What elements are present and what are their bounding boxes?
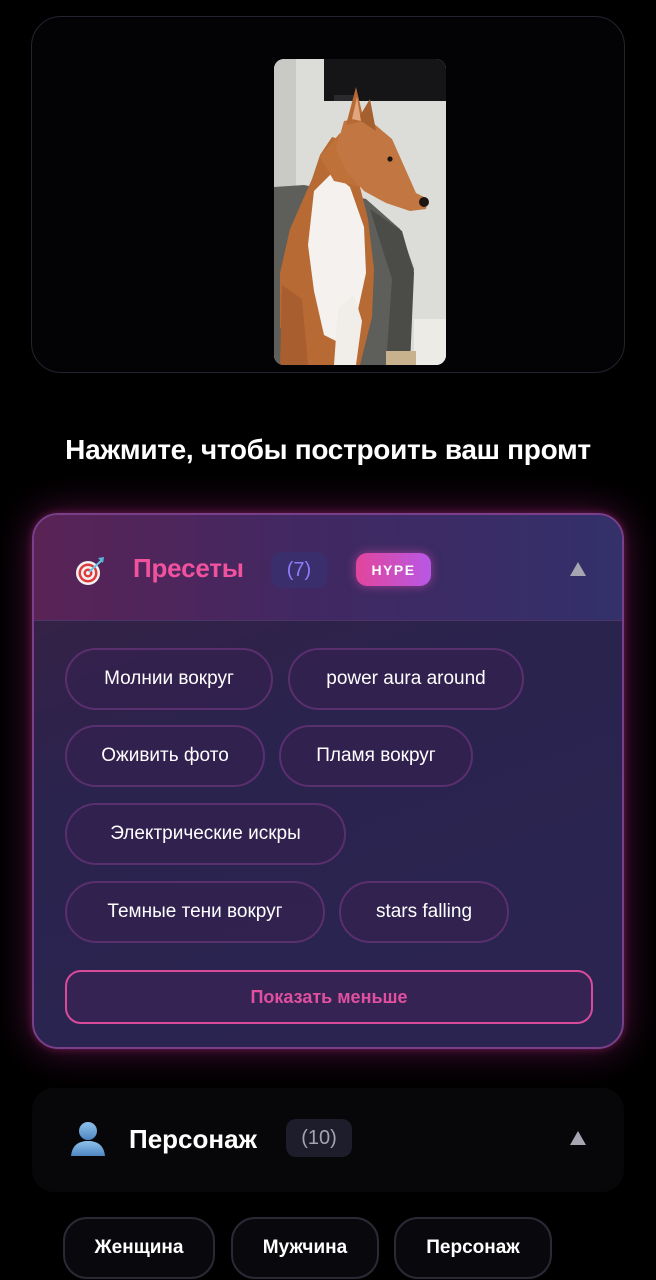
preset-chip[interactable]: Оживить фото (65, 725, 265, 787)
character-chip[interactable]: Женщина (63, 1217, 215, 1279)
preset-chip[interactable]: stars falling (339, 881, 509, 943)
preset-chip[interactable]: power aura around (288, 648, 524, 710)
presets-count-badge: (7) (271, 552, 327, 588)
person-silhouette-icon (68, 1118, 108, 1158)
preset-chip[interactable]: Темные тени вокруг (65, 881, 325, 943)
dart-target-icon (74, 555, 106, 587)
preset-chip[interactable]: Пламя вокруг (279, 725, 473, 787)
page-title: Нажмите, чтобы построить ваш промт (65, 434, 591, 465)
show-less-button[interactable]: Показать меньше (65, 970, 593, 1024)
presets-header[interactable]: Пресеты (7) HYPE (34, 515, 622, 621)
presets-title: Пресеты (133, 553, 244, 583)
character-title: Персонаж (129, 1124, 257, 1154)
collapse-arrow-icon[interactable] (570, 1131, 586, 1145)
presets-section: Пресеты (7) HYPE Молнии вокруг power aur… (32, 513, 624, 1049)
uploaded-photo (274, 59, 446, 365)
photo-preview-card[interactable] (31, 16, 625, 373)
collapse-arrow-icon[interactable] (570, 562, 586, 576)
character-chip[interactable]: Персонаж (394, 1217, 552, 1279)
hype-badge: HYPE (356, 553, 431, 586)
character-count-badge: (10) (286, 1119, 352, 1157)
character-section[interactable]: Персонаж (10) (32, 1088, 624, 1192)
preset-chip[interactable]: Молнии вокруг (65, 648, 273, 710)
preset-chip[interactable]: Электрические искры (65, 803, 346, 865)
character-chip[interactable]: Мужчина (231, 1217, 379, 1279)
